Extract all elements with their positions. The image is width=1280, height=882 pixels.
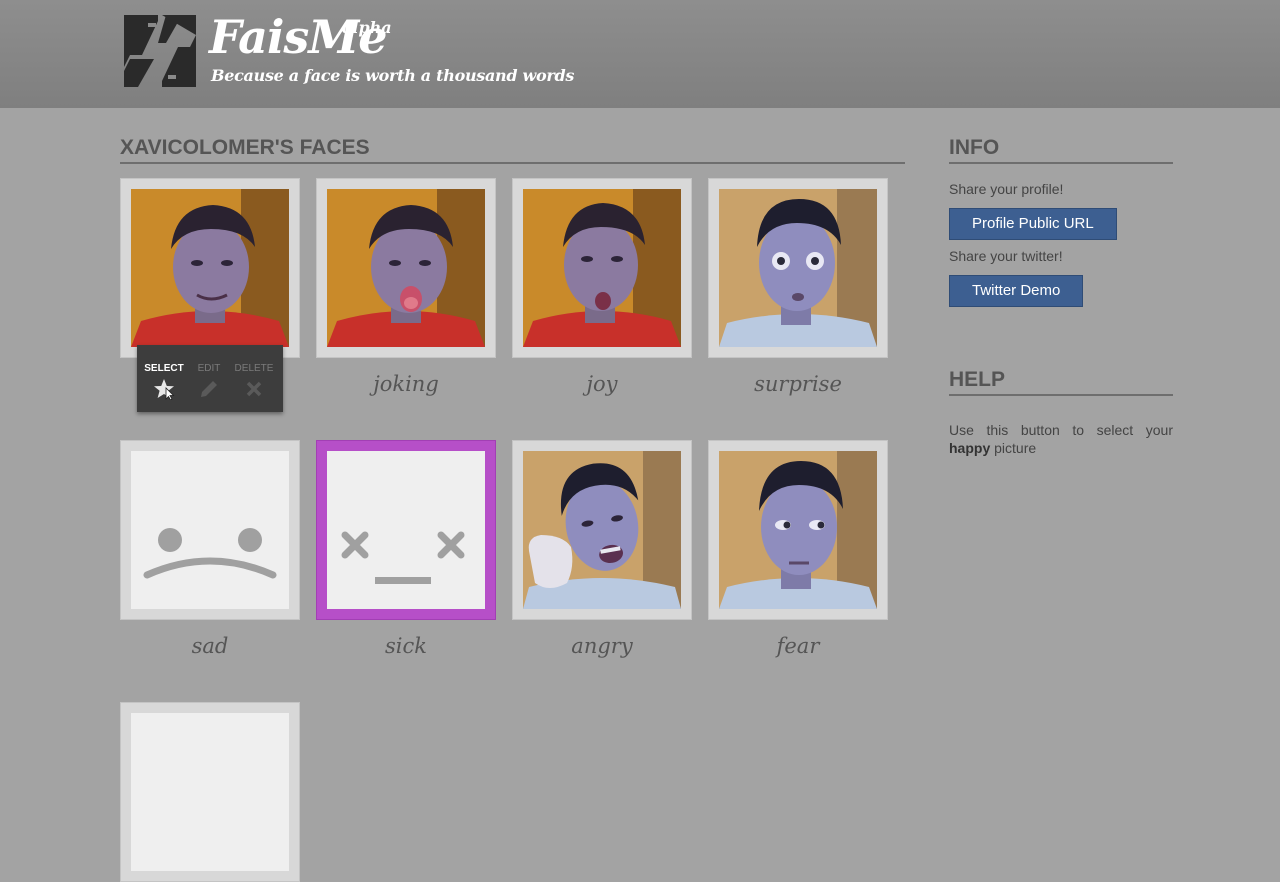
face-card-surprise[interactable]	[708, 178, 888, 358]
face-card-sick[interactable]	[316, 440, 496, 620]
face-label: joy	[586, 372, 618, 396]
edit-button[interactable]: EDIT	[185, 363, 233, 400]
info-section-title: INFO	[949, 136, 1173, 164]
face-label: fear	[776, 634, 820, 658]
site-header: FaisMe alpha Because a face is worth a t…	[0, 0, 1280, 108]
face-label: joking	[373, 372, 439, 396]
faces-section-title: XAVICOLOMER'S FACES	[120, 136, 905, 164]
edit-label: EDIT	[197, 363, 221, 374]
x-icon	[246, 381, 262, 397]
sad-placeholder	[131, 451, 289, 609]
help-text-bold: happy	[949, 440, 991, 456]
help-section-title: HELP	[949, 368, 1173, 396]
face-photo	[523, 189, 681, 347]
face-label: sad	[191, 634, 229, 658]
face-label: angry	[571, 634, 633, 658]
help-text-before: Use this button to select your	[949, 422, 1173, 438]
share-profile-text: Share your profile!	[949, 181, 1064, 197]
face-card-happy[interactable]	[120, 178, 300, 358]
delete-label: DELETE	[234, 363, 274, 374]
face-photo	[131, 189, 289, 347]
select-button[interactable]: SELECT	[140, 363, 188, 401]
pencil-icon	[201, 381, 217, 397]
face-card-joy[interactable]	[512, 178, 692, 358]
face-photo	[719, 189, 877, 347]
sick-face-icon	[341, 531, 465, 584]
face-photo	[523, 451, 681, 609]
faisme-logo-icon[interactable]	[124, 15, 196, 87]
tagline: Because a face is worth a thousand words	[211, 66, 575, 85]
face-card-fear[interactable]	[708, 440, 888, 620]
sad-face-icon	[143, 528, 277, 579]
help-text: Use this button to select your happy pic…	[949, 421, 1173, 457]
select-label: SELECT	[144, 363, 184, 374]
face-card-sad[interactable]	[120, 440, 300, 620]
delete-button[interactable]: DELETE	[230, 363, 278, 400]
profile-public-url-button[interactable]: Profile Public URL	[949, 208, 1117, 240]
star-icon	[154, 379, 175, 401]
face-action-toolbar: SELECT EDIT DELETE	[137, 345, 283, 412]
twitter-demo-button[interactable]: Twitter Demo	[949, 275, 1084, 307]
sick-placeholder	[327, 451, 485, 609]
placeholder-photo	[131, 713, 289, 871]
face-photo	[719, 451, 877, 609]
face-photo	[327, 189, 485, 347]
face-card-joking[interactable]	[316, 178, 496, 358]
share-twitter-text: Share your twitter!	[949, 248, 1063, 264]
face-label: sick	[385, 634, 427, 658]
face-card-partial[interactable]	[120, 702, 300, 882]
face-label: surprise	[754, 372, 842, 396]
help-text-after: picture	[994, 440, 1037, 456]
face-card-angry[interactable]	[512, 440, 692, 620]
brand-version: alpha	[342, 18, 392, 37]
